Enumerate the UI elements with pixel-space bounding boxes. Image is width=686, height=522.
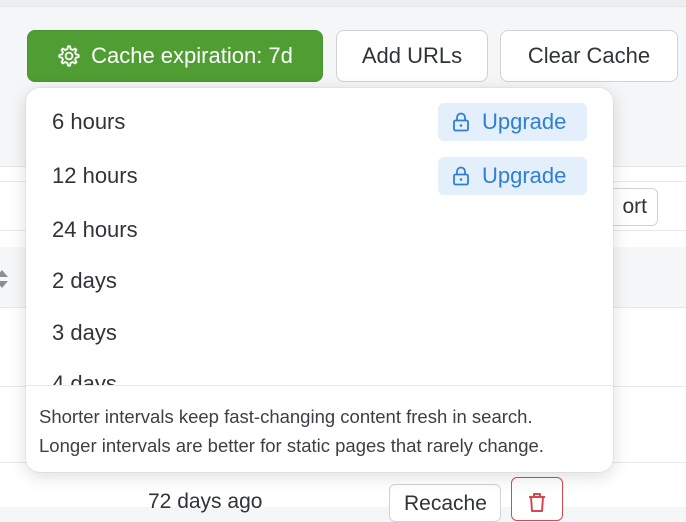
upgrade-badge[interactable]: Upgrade [438, 103, 587, 141]
option-6-hours[interactable]: 6 hours [52, 109, 125, 135]
help-line-2: Longer intervals are better for static p… [39, 435, 544, 456]
lock-icon [453, 166, 469, 186]
upgrade-label: Upgrade [482, 163, 567, 188]
dropdown-help-text: Shorter intervals keep fast-changing con… [26, 385, 613, 472]
top-divider [0, 0, 686, 7]
option-2-days[interactable]: 2 days [52, 268, 117, 294]
gear-icon [58, 45, 80, 67]
sort-icon[interactable] [0, 266, 10, 292]
clear-cache-button[interactable]: Clear Cache [500, 30, 678, 82]
row-cached-date: 72 days ago [148, 490, 263, 513]
lock-icon [453, 112, 469, 132]
expiration-options-list[interactable]: 6 hours Upgrade 12 hours Upgrade 24 hour… [26, 88, 613, 385]
add-urls-button[interactable]: Add URLs [336, 30, 488, 82]
recache-button[interactable]: Recache [389, 484, 501, 522]
help-line-1: Shorter intervals keep fast-changing con… [39, 406, 533, 427]
cache-expiration-label: Cache expiration: 7d [91, 43, 293, 68]
upgrade-badge[interactable]: Upgrade [438, 157, 587, 195]
option-4-days[interactable]: 4 days [52, 371, 117, 385]
cache-expiration-dropdown: 6 hours Upgrade 12 hours Upgrade 24 hour… [26, 88, 613, 472]
option-24-hours[interactable]: 24 hours [52, 217, 138, 243]
option-12-hours[interactable]: 12 hours [52, 163, 138, 189]
upgrade-label: Upgrade [482, 109, 567, 134]
delete-button[interactable] [511, 477, 563, 521]
option-3-days[interactable]: 3 days [52, 320, 117, 346]
trash-icon [529, 493, 545, 512]
cache-expiration-button[interactable]: Cache expiration: 7d [27, 30, 323, 82]
